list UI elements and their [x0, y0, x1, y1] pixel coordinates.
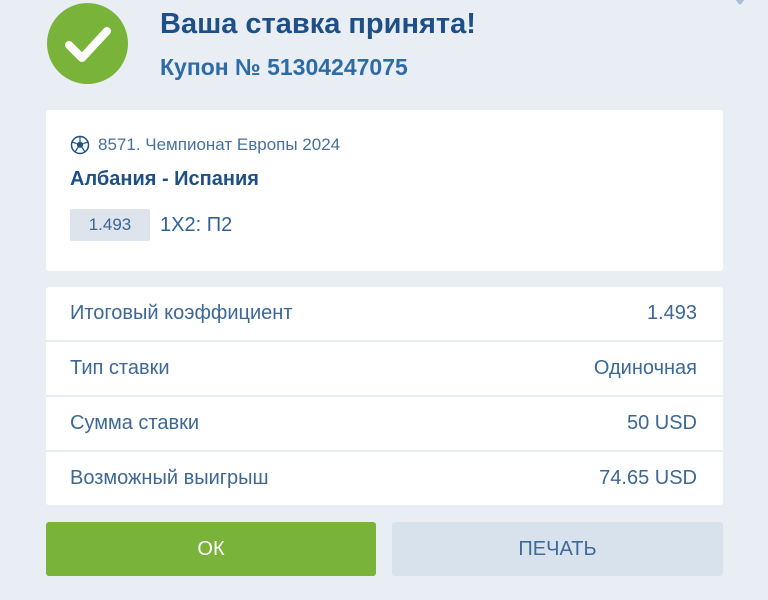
summary-label: Итоговый коэффициент — [70, 302, 293, 324]
ok-button[interactable]: ОК — [46, 522, 376, 576]
summary-label: Возможный выигрыш — [70, 467, 269, 489]
match-name: Албания - Испания — [70, 168, 259, 190]
bet-summary: Итоговый коэффициент 1.493 Тип ставки Од… — [46, 287, 723, 505]
summary-row-bet-type: Тип ставки Одиночная — [46, 342, 723, 395]
summary-value: Одиночная — [593, 357, 697, 379]
summary-value: 1.493 — [646, 302, 697, 324]
print-button[interactable]: ПЕЧАТЬ — [392, 522, 723, 576]
summary-value: 74.65 USD — [599, 467, 697, 489]
summary-value: 50 USD — [626, 412, 697, 434]
close-icon[interactable] — [730, 0, 760, 6]
summary-label: Сумма ставки — [70, 412, 200, 434]
odds-badge: 1.493 — [70, 209, 150, 241]
summary-label: Тип ставки — [70, 357, 170, 379]
bet-outcome: 1Х2: П2 — [160, 213, 233, 236]
summary-row-stake: Сумма ставки 50 USD — [46, 397, 723, 450]
coupon-number: Купон № 51304247075 — [160, 54, 408, 80]
summary-row-total-odds: Итоговый коэффициент 1.493 — [46, 287, 723, 340]
page-title: Ваша ставка принята! — [160, 8, 476, 40]
success-check-icon — [47, 3, 128, 84]
odds-row: 1.493 1Х2: П2 — [70, 209, 232, 241]
soccer-ball-icon — [70, 135, 90, 155]
league-row: 8571. Чемпионат Европы 2024 — [70, 135, 340, 155]
summary-row-potential-win: Возможный выигрыш 74.65 USD — [46, 452, 723, 505]
event-card: 8571. Чемпионат Европы 2024 Албания - Ис… — [46, 110, 723, 271]
league-name: 8571. Чемпионат Европы 2024 — [98, 135, 341, 154]
